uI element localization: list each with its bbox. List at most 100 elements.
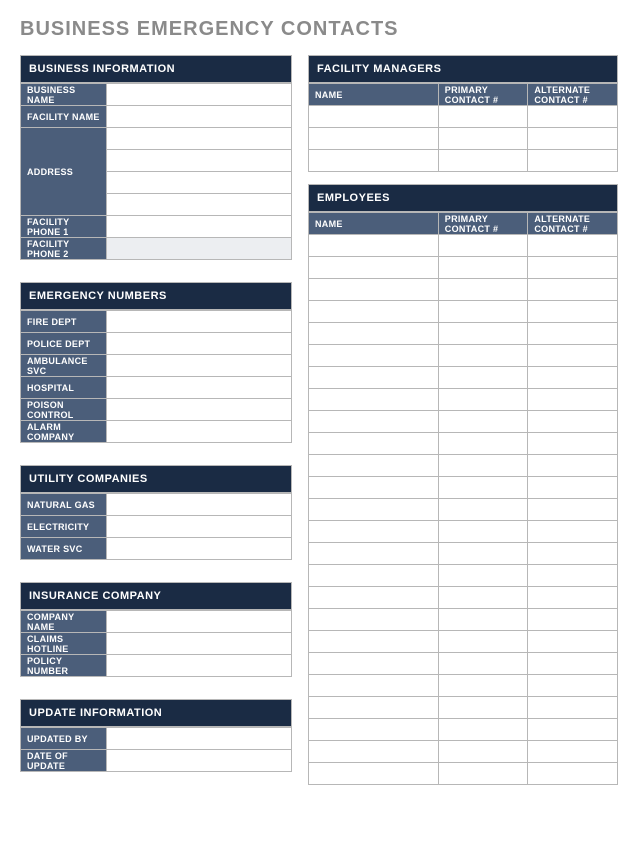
fm-name-1[interactable] — [309, 128, 439, 150]
emp-alternate-11[interactable] — [528, 477, 618, 499]
fm-alternate-1[interactable] — [528, 128, 618, 150]
emp-alternate-5[interactable] — [528, 345, 618, 367]
emergency-value-2[interactable] — [107, 355, 292, 377]
emp-name-2[interactable] — [309, 279, 439, 301]
fm-primary-0[interactable] — [438, 106, 528, 128]
value-phone2[interactable] — [107, 238, 292, 260]
emp-alternate-0[interactable] — [528, 235, 618, 257]
emp-alternate-17[interactable] — [528, 609, 618, 631]
emp-name-6[interactable] — [309, 367, 439, 389]
emergency-value-1[interactable] — [107, 333, 292, 355]
emp-alternate-3[interactable] — [528, 301, 618, 323]
emp-alternate-12[interactable] — [528, 499, 618, 521]
emergency-value-4[interactable] — [107, 399, 292, 421]
emp-primary-1[interactable] — [438, 257, 528, 279]
utility-value-0[interactable] — [107, 494, 292, 516]
emp-primary-17[interactable] — [438, 609, 528, 631]
emp-alternate-18[interactable] — [528, 631, 618, 653]
fm-primary-1[interactable] — [438, 128, 528, 150]
emp-primary-15[interactable] — [438, 565, 528, 587]
emp-name-10[interactable] — [309, 455, 439, 477]
value-address-1[interactable] — [107, 128, 292, 150]
emp-name-15[interactable] — [309, 565, 439, 587]
value-phone1[interactable] — [107, 216, 292, 238]
emp-primary-4[interactable] — [438, 323, 528, 345]
emp-name-19[interactable] — [309, 653, 439, 675]
emp-primary-5[interactable] — [438, 345, 528, 367]
insurance-value-1[interactable] — [107, 633, 292, 655]
value-facility-name[interactable] — [107, 106, 292, 128]
emp-name-4[interactable] — [309, 323, 439, 345]
emp-name-23[interactable] — [309, 741, 439, 763]
emp-alternate-13[interactable] — [528, 521, 618, 543]
emp-primary-0[interactable] — [438, 235, 528, 257]
emergency-value-5[interactable] — [107, 421, 292, 443]
emp-primary-16[interactable] — [438, 587, 528, 609]
emp-alternate-8[interactable] — [528, 411, 618, 433]
emp-name-16[interactable] — [309, 587, 439, 609]
emp-primary-3[interactable] — [438, 301, 528, 323]
emp-alternate-9[interactable] — [528, 433, 618, 455]
utility-value-1[interactable] — [107, 516, 292, 538]
emp-name-8[interactable] — [309, 411, 439, 433]
emergency-value-3[interactable] — [107, 377, 292, 399]
emp-alternate-2[interactable] — [528, 279, 618, 301]
emp-alternate-1[interactable] — [528, 257, 618, 279]
value-address-4[interactable] — [107, 194, 292, 216]
emp-primary-22[interactable] — [438, 719, 528, 741]
emp-primary-10[interactable] — [438, 455, 528, 477]
fm-alternate-2[interactable] — [528, 150, 618, 172]
emp-primary-6[interactable] — [438, 367, 528, 389]
emp-alternate-21[interactable] — [528, 697, 618, 719]
emp-primary-14[interactable] — [438, 543, 528, 565]
emp-alternate-4[interactable] — [528, 323, 618, 345]
emp-name-22[interactable] — [309, 719, 439, 741]
emp-name-24[interactable] — [309, 763, 439, 785]
emp-name-18[interactable] — [309, 631, 439, 653]
emp-alternate-15[interactable] — [528, 565, 618, 587]
emp-primary-9[interactable] — [438, 433, 528, 455]
emp-name-14[interactable] — [309, 543, 439, 565]
emp-name-13[interactable] — [309, 521, 439, 543]
emp-name-11[interactable] — [309, 477, 439, 499]
emp-name-1[interactable] — [309, 257, 439, 279]
emp-name-21[interactable] — [309, 697, 439, 719]
fm-name-0[interactable] — [309, 106, 439, 128]
fm-name-2[interactable] — [309, 150, 439, 172]
emp-alternate-7[interactable] — [528, 389, 618, 411]
emp-primary-2[interactable] — [438, 279, 528, 301]
emp-alternate-10[interactable] — [528, 455, 618, 477]
insurance-value-0[interactable] — [107, 611, 292, 633]
emp-primary-8[interactable] — [438, 411, 528, 433]
utility-value-2[interactable] — [107, 538, 292, 560]
emergency-value-0[interactable] — [107, 311, 292, 333]
value-address-2[interactable] — [107, 150, 292, 172]
emp-alternate-20[interactable] — [528, 675, 618, 697]
emp-name-12[interactable] — [309, 499, 439, 521]
emp-primary-20[interactable] — [438, 675, 528, 697]
emp-primary-24[interactable] — [438, 763, 528, 785]
fm-alternate-0[interactable] — [528, 106, 618, 128]
emp-primary-23[interactable] — [438, 741, 528, 763]
emp-alternate-6[interactable] — [528, 367, 618, 389]
emp-primary-18[interactable] — [438, 631, 528, 653]
emp-alternate-24[interactable] — [528, 763, 618, 785]
update-value-1[interactable] — [107, 750, 292, 772]
emp-name-9[interactable] — [309, 433, 439, 455]
emp-primary-7[interactable] — [438, 389, 528, 411]
emp-primary-13[interactable] — [438, 521, 528, 543]
emp-alternate-19[interactable] — [528, 653, 618, 675]
emp-primary-12[interactable] — [438, 499, 528, 521]
emp-alternate-22[interactable] — [528, 719, 618, 741]
fm-primary-2[interactable] — [438, 150, 528, 172]
emp-name-0[interactable] — [309, 235, 439, 257]
value-address-3[interactable] — [107, 172, 292, 194]
emp-primary-21[interactable] — [438, 697, 528, 719]
update-value-0[interactable] — [107, 728, 292, 750]
value-business-name[interactable] — [107, 84, 292, 106]
emp-primary-19[interactable] — [438, 653, 528, 675]
emp-alternate-23[interactable] — [528, 741, 618, 763]
emp-name-5[interactable] — [309, 345, 439, 367]
emp-name-17[interactable] — [309, 609, 439, 631]
emp-name-20[interactable] — [309, 675, 439, 697]
